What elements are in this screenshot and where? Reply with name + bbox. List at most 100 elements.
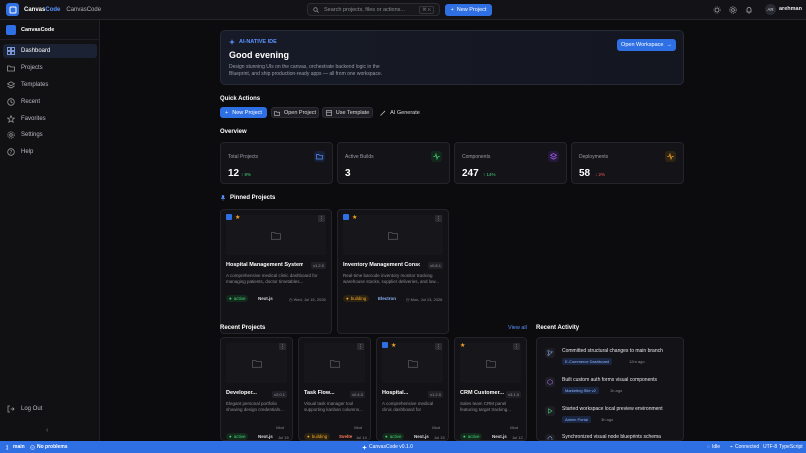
status-badge: ● building: [304, 433, 331, 440]
stat-delta: ↑ 8%: [241, 172, 252, 177]
more-options-icon[interactable]: ⋮: [513, 343, 520, 350]
project-description: Real-time barcode inventory monitor trac…: [343, 273, 440, 284]
project-date: ◷ Wed, Jul 15, 2026: [289, 297, 326, 302]
pinned-project-card[interactable]: ★ ⋮ Hospital Management System v1.2.0 A …: [220, 209, 332, 334]
project-name: Hospital...: [382, 390, 409, 396]
star-icon[interactable]: ★: [391, 342, 396, 349]
project-description: Elegant personal portfolio showing desig…: [226, 401, 284, 412]
pin-icon[interactable]: [226, 214, 232, 220]
logout-button[interactable]: Log Out: [3, 402, 97, 416]
theme-toggle-icon[interactable]: [712, 5, 721, 14]
star-icon[interactable]: ★: [235, 214, 240, 221]
project-name: CRM Customer...: [460, 390, 505, 396]
status-badge: ● active: [460, 433, 483, 440]
search-input[interactable]: Search projects, files or actions... ⌘ K: [307, 3, 440, 16]
activity-tag[interactable]: Marketing Site v2: [562, 387, 599, 394]
bell-icon[interactable]: [744, 5, 753, 14]
star-icon[interactable]: ★: [352, 214, 357, 221]
project-description: A comprehensive medical clinic dashboard…: [226, 273, 318, 284]
project-author: Mod: [510, 425, 518, 430]
help-icon: ?: [7, 148, 15, 156]
sidebar-item-favorites[interactable]: Favorites: [3, 112, 97, 126]
project-author: Mod: [354, 425, 362, 430]
recent-project-card[interactable]: ⋮ Task Flow... v0.4.0 Visual task manage…: [298, 337, 371, 441]
sidebar-item-dashboard[interactable]: Dashboard: [3, 44, 97, 58]
clock-icon: [7, 98, 15, 106]
stat-card-deployments: Deployments 58 ↓ 2%: [571, 142, 684, 184]
folder-icon: [485, 359, 496, 368]
gear-icon: [7, 131, 15, 139]
grid-icon: [7, 47, 15, 55]
project-version: v0.4.0: [350, 391, 365, 398]
plus-icon: +: [225, 109, 229, 116]
app-logo-icon[interactable]: [6, 3, 19, 16]
username[interactable]: arehman: [779, 6, 802, 12]
activity-time: 12m ago: [629, 359, 645, 364]
more-options-icon[interactable]: ⋮: [318, 215, 325, 222]
template-icon: [325, 109, 332, 116]
ai-generate-button[interactable]: AI Generate: [377, 107, 423, 118]
recent-project-card[interactable]: ⋮ Developer... v2.0.1 Elegant personal p…: [220, 337, 293, 441]
status-encoding[interactable]: UTF-8: [763, 444, 777, 450]
stat-delta: ↓ 2%: [595, 172, 606, 177]
recent-activity-title: Recent Activity: [536, 325, 580, 331]
main-content: AI-NATIVE IDE Good evening Design stunni…: [100, 20, 806, 441]
pinned-project-card[interactable]: ★ ⋮ Inventory Management Console v0.8.1 …: [337, 209, 449, 334]
gear-icon[interactable]: [728, 5, 737, 14]
recent-project-card[interactable]: ★ ⋮ CRM Customer... v3.1.0 Sales team CR…: [454, 337, 527, 441]
search-placeholder: Search projects, files or actions...: [324, 6, 406, 13]
collapse-sidebar-icon[interactable]: ‹: [46, 427, 48, 434]
status-version: CanvasCode v0.1.0: [362, 444, 413, 450]
status-language[interactable]: TypeScript: [779, 444, 803, 450]
project-date: Jul 15: [278, 435, 289, 440]
project-thumbnail: [460, 343, 521, 383]
magic-wand-icon: [380, 109, 386, 116]
sidebar-item-projects[interactable]: Projects: [3, 61, 97, 75]
open-project-button[interactable]: Open Project: [271, 107, 319, 118]
avatar[interactable]: AR: [765, 4, 776, 15]
pin-icon[interactable]: [382, 342, 388, 348]
activity-tag[interactable]: Admin Portal: [562, 416, 591, 423]
layers-icon: [548, 151, 559, 162]
search-icon: [313, 6, 319, 13]
stat-card-active-builds: Active Builds 3: [337, 142, 450, 184]
folder-icon: [7, 65, 15, 72]
project-thumbnail: [382, 343, 443, 383]
more-options-icon[interactable]: ⋮: [279, 343, 286, 350]
pulse-icon: [665, 151, 676, 162]
project-description: A comprehensive medical clinic dashboard…: [382, 401, 434, 412]
star-icon[interactable]: ★: [460, 342, 465, 349]
tech-label: Svelte: [339, 434, 353, 439]
view-all-link[interactable]: View all: [508, 325, 527, 331]
git-branch-icon: [545, 348, 555, 358]
more-options-icon[interactable]: ⋮: [435, 215, 442, 222]
sidebar-item-recent[interactable]: Recent: [3, 95, 97, 109]
sync-icon: [545, 434, 555, 440]
wifi-icon: ⌁: [730, 444, 734, 450]
sidebar-item-settings[interactable]: Settings: [3, 128, 97, 142]
sidebar-item-templates[interactable]: Templates: [3, 78, 97, 92]
activity-tag[interactable]: E-Commerce Dashboard: [562, 358, 613, 365]
open-workspace-button[interactable]: Open Workspace →: [617, 39, 676, 51]
new-project-button-top[interactable]: + New Project: [445, 4, 492, 16]
new-project-button[interactable]: + New Project: [220, 107, 267, 118]
status-bar: main No problems CanvasCode v0.1.0 ◌ Idle…: [0, 441, 806, 453]
project-date: Jul 12: [512, 435, 523, 440]
project-thumbnail: [226, 215, 326, 255]
more-options-icon[interactable]: ⋮: [357, 343, 364, 350]
use-template-button[interactable]: Use Template: [322, 107, 373, 118]
hero-tag: AI-NATIVE IDE: [229, 39, 277, 45]
sidebar-item-help[interactable]: ? Help: [3, 145, 97, 159]
status-problems[interactable]: No problems: [30, 444, 68, 450]
tech-label: Next.js: [258, 296, 273, 301]
pin-icon[interactable]: [343, 214, 349, 220]
status-badge: ● active: [226, 433, 249, 440]
tech-label: Electron: [378, 296, 397, 301]
project-description: Visual task manager tool supporting kanb…: [304, 401, 363, 412]
more-options-icon[interactable]: ⋮: [435, 343, 442, 350]
stat-delta: ↑ 14%: [483, 172, 496, 177]
project-name: Hospital Management System: [226, 262, 303, 268]
breadcrumb[interactable]: CanvasCode: [66, 7, 101, 13]
recent-project-card[interactable]: ★ ⋮ Hospital... v1.2.0 A comprehensive m…: [376, 337, 449, 441]
status-branch[interactable]: main: [6, 444, 25, 450]
